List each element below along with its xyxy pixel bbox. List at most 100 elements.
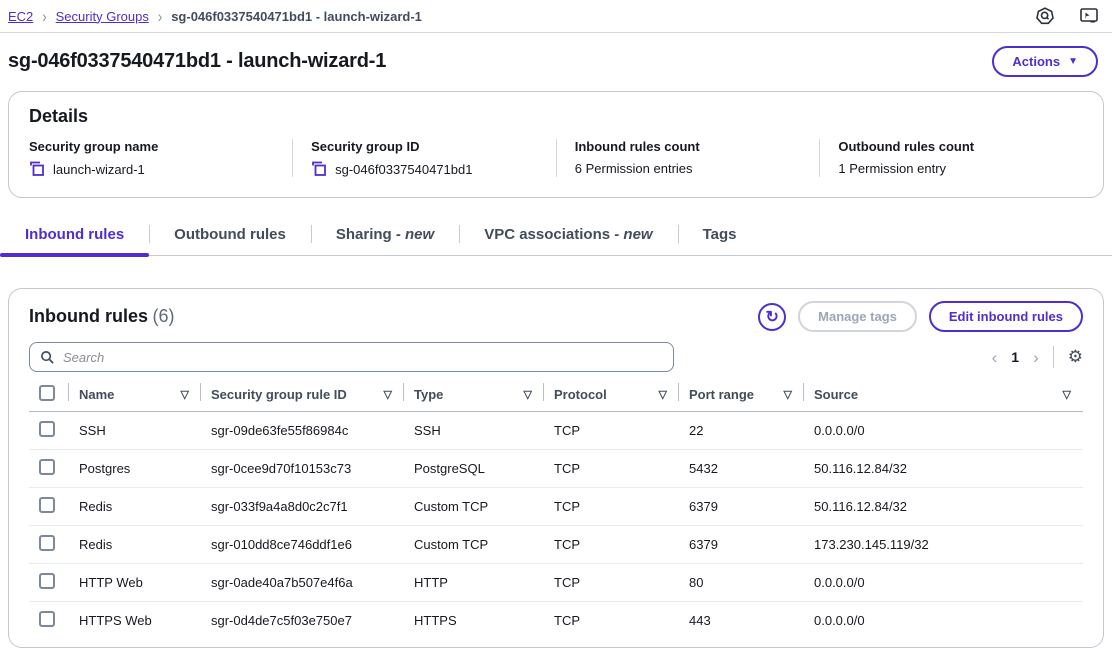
tab-tags[interactable]: Tags	[678, 216, 762, 255]
copy-icon[interactable]	[311, 161, 327, 177]
row-checkbox[interactable]	[39, 497, 55, 513]
cell-rule-id: sgr-09de63fe55f86984c	[201, 412, 404, 450]
cell-rule-id: sgr-033f9a4a8d0c2c7f1	[201, 488, 404, 526]
cell-type: Custom TCP	[404, 526, 544, 564]
gear-icon[interactable]: ⚙	[1068, 347, 1083, 367]
cell-type: PostgreSQL	[404, 450, 544, 488]
actions-button[interactable]: Actions ▼	[992, 46, 1098, 77]
detail-value: sg-046f0337540471bd1	[335, 162, 472, 177]
cell-port-range: 6379	[679, 488, 804, 526]
column-header-type: Type▽	[404, 380, 544, 412]
actions-button-label: Actions	[1012, 54, 1060, 69]
tab-inbound-rules[interactable]: Inbound rules	[0, 216, 149, 255]
row-checkbox[interactable]	[39, 573, 55, 589]
table-row: HTTP Web sgr-0ade40a7b507e4f6a HTTP TCP …	[29, 564, 1083, 602]
details-heading: Details	[29, 106, 1083, 127]
breadcrumb: EC2 › Security Groups › sg-046f033754047…	[8, 9, 422, 24]
cell-port-range: 80	[679, 564, 804, 602]
detail-security-group-name: Security group name launch-wizard-1	[29, 139, 292, 177]
cell-protocol: TCP	[544, 450, 679, 488]
filter-icon[interactable]: ▽	[524, 388, 534, 401]
cell-type: Custom TCP	[404, 488, 544, 526]
cell-source: 0.0.0.0/0	[804, 602, 1083, 640]
select-all-checkbox[interactable]	[39, 385, 55, 401]
filter-icon[interactable]: ▽	[1063, 388, 1073, 401]
row-checkbox-cell	[29, 450, 69, 488]
tab-sharing[interactable]: Sharing - new	[311, 216, 459, 255]
cell-rule-id: sgr-0d4de7c5f03e750e7	[201, 602, 404, 640]
next-page-icon[interactable]: ›	[1033, 349, 1039, 366]
details-card: Details Security group name launch-wizar…	[8, 91, 1104, 198]
column-label: Name	[79, 387, 114, 402]
tab-bar: Inbound rules Outbound rules Sharing - n…	[0, 216, 1112, 256]
detail-label: Security group ID	[311, 139, 544, 154]
tab-outbound-rules[interactable]: Outbound rules	[149, 216, 311, 255]
copy-icon[interactable]	[29, 161, 45, 177]
pagination: ‹ 1 › ⚙	[992, 346, 1083, 368]
amazon-q-icon[interactable]	[1036, 7, 1054, 25]
tab-vpc-associations[interactable]: VPC associations - new	[459, 216, 677, 255]
detail-label: Inbound rules count	[575, 139, 808, 154]
topbar-icons	[1036, 7, 1098, 25]
filter-icon[interactable]: ▽	[181, 388, 191, 401]
filter-icon[interactable]: ▽	[784, 388, 794, 401]
cell-protocol: TCP	[544, 412, 679, 450]
panel-count: (6)	[152, 306, 174, 326]
chevron-right-icon: ›	[42, 7, 46, 26]
cell-name: HTTP Web	[69, 564, 201, 602]
cell-rule-id: sgr-0ade40a7b507e4f6a	[201, 564, 404, 602]
table-body: SSH sgr-09de63fe55f86984c SSH TCP 22 0.0…	[29, 412, 1083, 640]
row-checkbox[interactable]	[39, 459, 55, 475]
cell-rule-id: sgr-0cee9d70f10153c73	[201, 450, 404, 488]
row-checkbox-cell	[29, 526, 69, 564]
row-checkbox-cell	[29, 564, 69, 602]
tab-label: Tags	[703, 226, 737, 243]
tab-label: VPC associations	[484, 226, 610, 243]
edit-inbound-rules-button[interactable]: Edit inbound rules	[929, 301, 1083, 332]
cell-port-range: 5432	[679, 450, 804, 488]
filter-icon[interactable]: ▽	[384, 388, 394, 401]
panel-actions: ↻ Manage tags Edit inbound rules	[758, 301, 1083, 332]
breadcrumb-current-page: sg-046f0337540471bd1 - launch-wizard-1	[171, 9, 422, 24]
breadcrumb-security-groups-link[interactable]: Security Groups	[56, 9, 149, 24]
breadcrumb-ec2-link[interactable]: EC2	[8, 9, 33, 24]
manage-tags-button[interactable]: Manage tags	[798, 301, 917, 332]
panel-header: Inbound rules (6) ↻ Manage tags Edit inb…	[29, 301, 1083, 332]
row-checkbox[interactable]	[39, 535, 55, 551]
refresh-button[interactable]: ↻	[758, 303, 786, 331]
page-header: sg-046f0337540471bd1 - launch-wizard-1 A…	[0, 33, 1112, 85]
inbound-rules-table: Name▽ Security group rule ID▽ Type▽ Prot…	[29, 380, 1083, 639]
cell-source: 173.230.145.119/32	[804, 526, 1083, 564]
tab-new-suffix: - new	[392, 226, 435, 243]
cell-type: HTTPS	[404, 602, 544, 640]
detail-value: 6 Permission entries	[575, 161, 693, 176]
row-checkbox[interactable]	[39, 611, 55, 627]
divider	[1053, 346, 1054, 368]
detail-inbound-rules-count: Inbound rules count 6 Permission entries	[556, 139, 820, 177]
cell-name: Redis	[69, 488, 201, 526]
details-grid: Security group name launch-wizard-1 Secu…	[29, 139, 1083, 177]
breadcrumb-bar: EC2 › Security Groups › sg-046f033754047…	[0, 0, 1112, 33]
previous-page-icon[interactable]: ‹	[992, 349, 998, 366]
row-checkbox[interactable]	[39, 421, 55, 437]
detail-outbound-rules-count: Outbound rules count 1 Permission entry	[819, 139, 1083, 177]
row-checkbox-cell	[29, 412, 69, 450]
cell-source: 50.116.12.84/32	[804, 488, 1083, 526]
cell-name: Postgres	[69, 450, 201, 488]
column-label: Protocol	[554, 387, 607, 402]
column-header-name: Name ▽	[69, 380, 201, 412]
tab-new-suffix: - new	[610, 226, 653, 243]
cell-protocol: TCP	[544, 564, 679, 602]
column-header-source: Source▽	[804, 380, 1083, 412]
table-row: Redis sgr-033f9a4a8d0c2c7f1 Custom TCP T…	[29, 488, 1083, 526]
filter-icon[interactable]: ▽	[659, 388, 669, 401]
chevron-right-icon: ›	[158, 7, 162, 26]
page-number[interactable]: 1	[1011, 349, 1019, 365]
table-row: HTTPS Web sgr-0d4de7c5f03e750e7 HTTPS TC…	[29, 602, 1083, 640]
search-input[interactable]	[63, 350, 663, 365]
tab-label: Sharing	[336, 226, 392, 243]
caret-down-icon: ▼	[1068, 56, 1078, 67]
search-box	[29, 342, 674, 372]
cell-source: 50.116.12.84/32	[804, 450, 1083, 488]
cloudshell-icon[interactable]	[1080, 7, 1098, 25]
